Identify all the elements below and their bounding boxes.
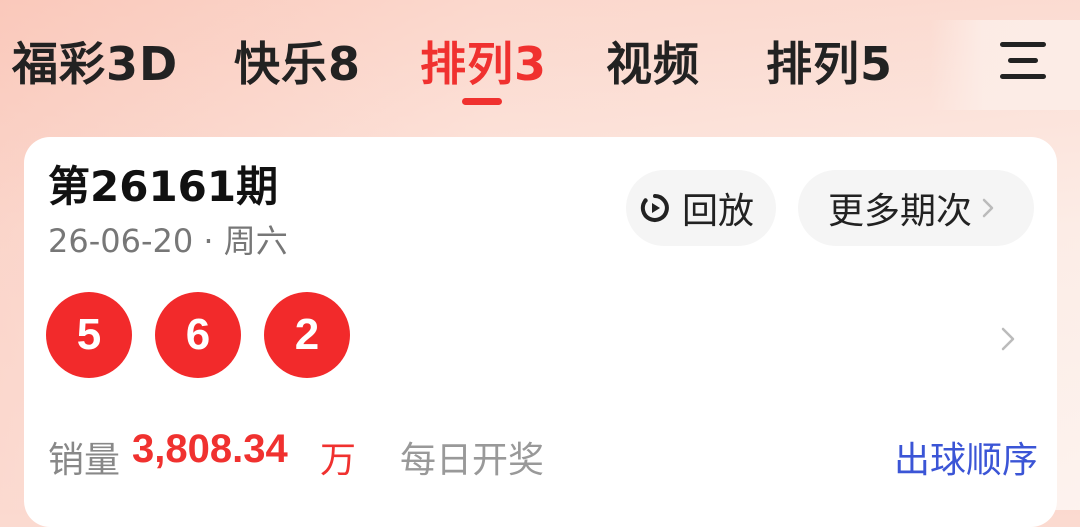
replay-clock-icon — [640, 194, 669, 222]
number-ball: 2 — [264, 292, 350, 378]
more-periods-label: 更多期次 — [828, 191, 973, 232]
number-ball: 6 — [155, 292, 241, 378]
ball-order-link[interactable]: 出球顺序 — [894, 431, 1038, 483]
more-periods-button[interactable]: 更多期次 — [798, 170, 1034, 246]
tab-pailie-5[interactable]: 排列5 — [766, 34, 893, 94]
tab-video[interactable]: 视频 — [606, 34, 700, 94]
active-tab-indicator — [462, 98, 502, 105]
sales-unit: 万 — [320, 440, 357, 481]
number-ball: 5 — [46, 292, 132, 378]
sales-label: 销量 — [48, 440, 121, 481]
chevron-right-icon[interactable] — [999, 325, 1017, 353]
replay-label: 回放 — [682, 191, 755, 232]
hamburger-menu-icon[interactable] — [998, 38, 1048, 82]
draw-footer: 销量 3,808.34 万 每日开奖 出球顺序 — [48, 427, 1038, 481]
tab-pailie-3[interactable]: 排列3 — [420, 34, 547, 94]
sales-value: 3,808.34 — [132, 427, 288, 471]
chevron-right-icon — [982, 198, 994, 218]
lottery-tab-bar: 福彩3D 快乐8 排列3 视频 排列5 — [0, 0, 1080, 120]
replay-button[interactable]: 回放 — [626, 170, 776, 246]
tab-fucai-3d[interactable]: 福彩3D — [12, 34, 178, 94]
draw-result-card[interactable]: 第26161期 26-06-20 · 周六 回放 更多期次 5 6 2 销量 3… — [24, 137, 1057, 527]
draw-period-title: 第26161期 — [48, 162, 279, 211]
draw-schedule: 每日开奖 — [400, 440, 545, 481]
draw-date: 26-06-20 · 周六 — [48, 222, 288, 260]
tab-kuaile-8[interactable]: 快乐8 — [234, 34, 361, 94]
